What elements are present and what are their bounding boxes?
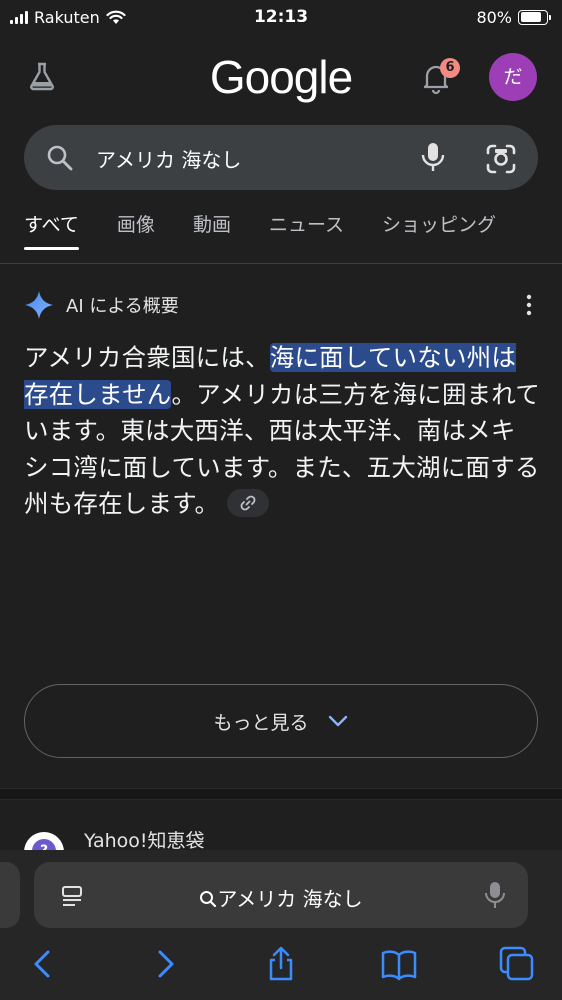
back-icon[interactable] [26,946,62,982]
browser-bottom-bar: アメリカ 海なし [0,850,562,1000]
share-icon[interactable] [263,946,299,982]
previous-tab-preview[interactable] [0,862,20,928]
account-avatar[interactable]: だ [489,53,537,101]
google-header: Google 6 だ [0,46,562,108]
tab-videos[interactable]: 動画 [193,210,231,250]
browser-toolbar [0,946,562,990]
google-lens-icon[interactable] [484,142,518,176]
ai-overview-text: アメリカ合衆国には、海に面していない州は存在しません。アメリカは三方を海に囲まれ… [24,340,540,523]
tabs-divider [0,263,562,264]
notification-badge: 6 [440,58,460,78]
address-text[interactable]: アメリカ 海なし [34,883,528,912]
address-bar[interactable]: アメリカ 海なし [34,862,528,928]
show-more-label: もっと見る [213,711,309,734]
ai-overview-title: AI による概要 [66,296,179,317]
source-link-chip[interactable] [227,489,270,517]
gemini-sparkle-icon [25,291,53,319]
address-query: アメリカ 海なし [217,887,363,911]
voice-search-mic-icon[interactable] [416,140,450,174]
tab-images[interactable]: 画像 [117,210,155,250]
status-bar: Rakuten 12:13 80% [0,0,562,34]
dictation-mic-icon[interactable] [484,880,506,910]
chevron-down-icon [328,715,347,727]
search-box[interactable]: アメリカ 海なし [24,125,538,190]
cellular-signal-icon [10,10,28,24]
status-right: 80% [476,7,551,27]
tabs-overview-icon[interactable] [499,946,535,982]
tab-shopping[interactable]: ショッピング [382,210,496,250]
result-site-name[interactable]: Yahoo!知恵袋 [84,826,205,853]
tab-all[interactable]: すべて [24,210,79,250]
search-tabs: すべて 画像 動画 ニュース ショッピング [24,210,562,250]
search-icon [47,145,73,171]
status-left: Rakuten [10,8,126,27]
link-icon [240,495,256,511]
search-query[interactable]: アメリカ 海なし [96,144,241,173]
show-more-button[interactable]: もっと見る [24,684,538,758]
more-options-icon[interactable] [526,294,532,316]
forward-icon[interactable] [146,946,182,982]
ai-overview-header: AI による概要 [24,288,538,322]
section-separator [0,788,562,800]
wifi-icon [106,10,126,24]
battery-icon [518,9,551,25]
bookmarks-icon[interactable] [381,946,417,982]
ai-text-before: アメリカ合衆国には、 [24,343,270,372]
battery-percent: 80% [476,7,512,27]
google-logo[interactable]: Google [0,50,562,104]
search-icon [200,891,217,908]
carrier-name: Rakuten [34,7,100,27]
tab-news[interactable]: ニュース [269,210,344,250]
